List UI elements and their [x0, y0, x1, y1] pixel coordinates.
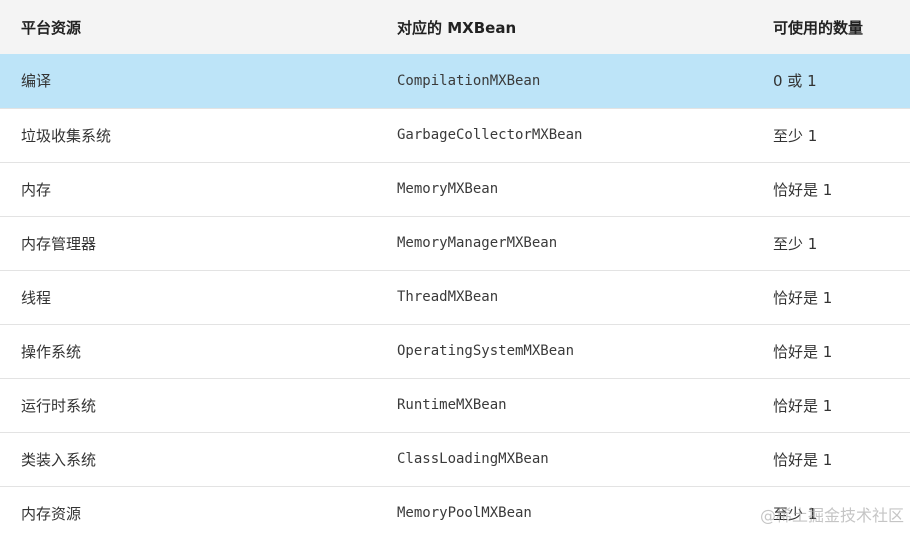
cell-mxbean: RuntimeMXBean — [397, 397, 507, 413]
mxbean-table: 平台资源 对应的 MXBean 可使用的数量 编译 CompilationMXB… — [0, 0, 910, 534]
cell-count: 至少 1 — [773, 126, 818, 145]
table-row[interactable]: 类装入系统 ClassLoadingMXBean 恰好是 1 — [0, 432, 910, 486]
cell-count: 至少 1 — [773, 234, 818, 253]
cell-count: 0 或 1 — [773, 72, 817, 91]
cell-resource: 运行时系统 — [21, 396, 97, 415]
cell-resource: 内存资源 — [21, 504, 82, 523]
cell-resource: 编译 — [21, 72, 52, 91]
cell-count: 恰好是 1 — [773, 180, 833, 199]
cell-resource: 内存管理器 — [21, 234, 97, 253]
header-count: 可使用的数量 — [773, 18, 864, 37]
cell-mxbean: ThreadMXBean — [397, 289, 499, 305]
table-row[interactable]: 内存资源 MemoryPoolMXBean 至少 1 — [0, 486, 910, 534]
cell-count: 至少 1 — [773, 504, 818, 523]
header-mxbean: 对应的 MXBean — [397, 18, 517, 37]
cell-count: 恰好是 1 — [773, 450, 833, 469]
cell-count: 恰好是 1 — [773, 342, 833, 361]
cell-count: 恰好是 1 — [773, 288, 833, 307]
cell-resource: 类装入系统 — [21, 450, 97, 469]
cell-mxbean: ClassLoadingMXBean — [397, 451, 549, 467]
cell-mxbean: MemoryPoolMXBean — [397, 505, 532, 522]
table-row[interactable]: 操作系统 OperatingSystemMXBean 恰好是 1 — [0, 324, 910, 378]
cell-resource: 内存 — [21, 180, 52, 199]
cell-count: 恰好是 1 — [773, 396, 833, 415]
cell-resource: 垃圾收集系统 — [21, 126, 112, 145]
table-row[interactable]: 运行时系统 RuntimeMXBean 恰好是 1 — [0, 378, 910, 432]
table-header-row: 平台资源 对应的 MXBean 可使用的数量 — [0, 0, 910, 54]
cell-mxbean: OperatingSystemMXBean — [397, 343, 575, 359]
cell-mxbean: CompilationMXBean — [397, 72, 541, 89]
cell-resource: 操作系统 — [21, 342, 82, 361]
table-row[interactable]: 内存管理器 MemoryManagerMXBean 至少 1 — [0, 216, 910, 270]
table-row[interactable]: 编译 CompilationMXBean 0 或 1 — [0, 54, 910, 108]
table-row[interactable]: 线程 ThreadMXBean 恰好是 1 — [0, 270, 910, 324]
cell-mxbean: MemoryManagerMXBean — [397, 235, 558, 251]
header-platform-resource: 平台资源 — [21, 18, 82, 37]
cell-mxbean: MemoryMXBean — [397, 181, 499, 197]
cell-mxbean: GarbageCollectorMXBean — [397, 127, 583, 143]
table-row[interactable]: 垃圾收集系统 GarbageCollectorMXBean 至少 1 — [0, 108, 910, 162]
table-row[interactable]: 内存 MemoryMXBean 恰好是 1 — [0, 162, 910, 216]
cell-resource: 线程 — [21, 288, 52, 307]
